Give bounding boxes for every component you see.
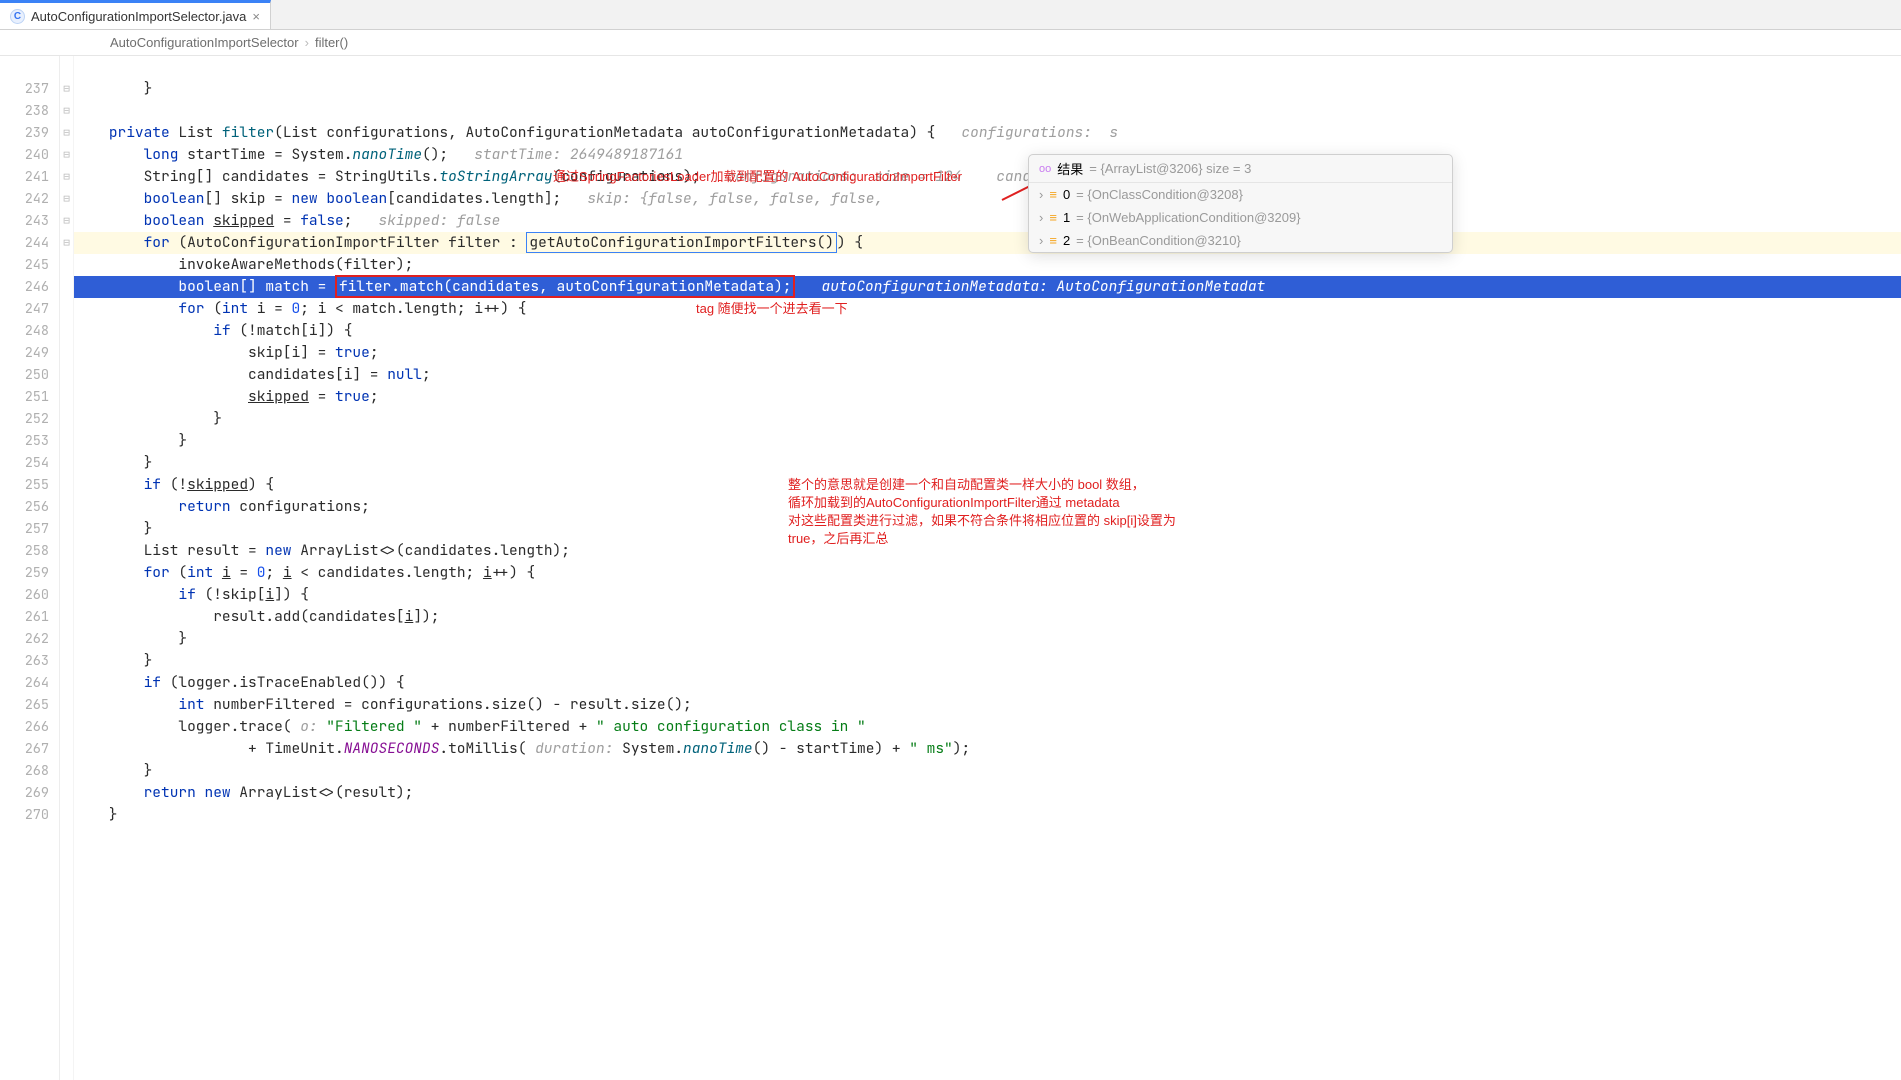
breadcrumb-method[interactable]: filter() xyxy=(315,35,348,50)
chevron-right-icon: › xyxy=(305,35,309,50)
link-icon: oo xyxy=(1039,163,1051,175)
fold-column[interactable]: ⊟⊟⊟⊟⊟⊟⊟⊟ xyxy=(60,56,74,1080)
chevron-right-icon: › xyxy=(1039,187,1043,202)
editor-tab[interactable]: C AutoConfigurationImportSelector.java × xyxy=(0,0,271,29)
code-editor[interactable]: 2372382392402412422432442452462472482492… xyxy=(0,56,1901,1080)
debug-result-popover[interactable]: oo 结果 = {ArrayList@3206} size = 3 ›≡0 = … xyxy=(1028,154,1453,253)
tab-bar: C AutoConfigurationImportSelector.java × xyxy=(0,0,1901,30)
code-area[interactable]: } private List filter(List configuration… xyxy=(74,56,1901,1080)
breadcrumb: AutoConfigurationImportSelector › filter… xyxy=(0,30,1901,56)
tab-filename: AutoConfigurationImportSelector.java xyxy=(31,9,246,24)
class-file-icon: C xyxy=(10,9,25,24)
popover-item[interactable]: ›≡0 = {OnClassCondition@3208} xyxy=(1029,183,1452,206)
list-item-icon: ≡ xyxy=(1049,187,1057,202)
close-icon[interactable]: × xyxy=(252,9,260,24)
popover-item[interactable]: ›≡2 = {OnBeanCondition@3210} xyxy=(1029,229,1452,252)
chevron-right-icon: › xyxy=(1039,210,1043,225)
chevron-right-icon: › xyxy=(1039,233,1043,248)
list-item-icon: ≡ xyxy=(1049,210,1057,225)
list-item-icon: ≡ xyxy=(1049,233,1057,248)
popover-item[interactable]: ›≡1 = {OnWebApplicationCondition@3209} xyxy=(1029,206,1452,229)
popover-head[interactable]: oo 结果 = {ArrayList@3206} size = 3 xyxy=(1029,155,1452,183)
line-gutter: 2372382392402412422432442452462472482492… xyxy=(0,56,60,1080)
breadcrumb-class[interactable]: AutoConfigurationImportSelector xyxy=(110,35,299,50)
